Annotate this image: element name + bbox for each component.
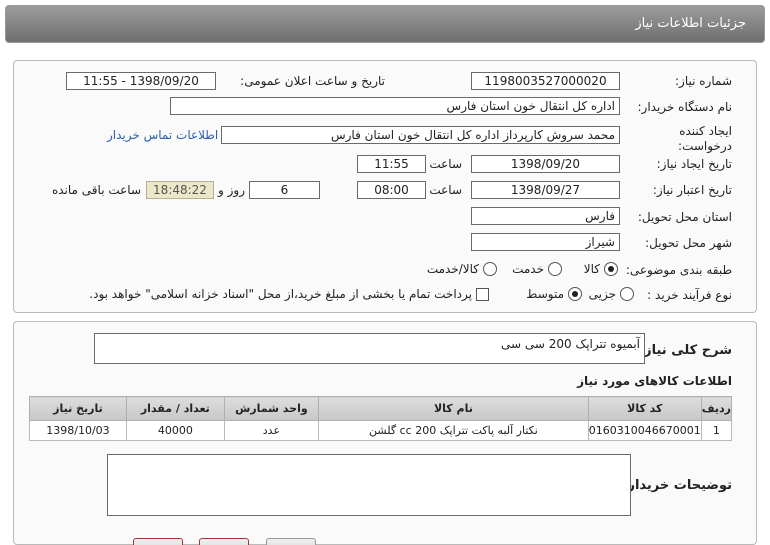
created-time-field[interactable]: 11:55 (357, 155, 426, 173)
radio-icon[interactable] (483, 262, 497, 276)
created-date-field[interactable]: 1398/09/20 (471, 155, 620, 173)
category-option-goods-service[interactable]: کالا/خدمت (427, 262, 497, 276)
days-label: روز و (218, 183, 245, 197)
validity-date-label: تاریخ اعتبار نیاز: (652, 183, 732, 197)
need-number-field[interactable]: 1198003527000020 (471, 72, 620, 90)
cell-item-name: نکتار آلبه پاکت تتراپک 200 cc گلشن (318, 420, 589, 441)
category-option-goods[interactable]: کالا (584, 262, 618, 276)
time-remaining-field: 18:48:22 (146, 181, 214, 199)
process-option-minor[interactable]: جزیی (589, 287, 634, 301)
creator-label: ایجاد کننده درخواست: (678, 124, 732, 153)
created-date-label: تاریخ ایجاد نیاز: (656, 157, 732, 171)
city-label: شهر محل تحویل: (645, 236, 732, 250)
items-table: ردیف کد کالا نام کالا واحد شمارش تعداد /… (29, 396, 733, 441)
cell-row-number: 1 (700, 420, 733, 441)
cell-item-code: 0160310046670001 (587, 420, 702, 441)
cell-need-date: 1398/10/03 (29, 420, 127, 441)
announce-field[interactable]: 1398/09/20 - 11:55 (66, 72, 216, 90)
process-option-medium[interactable]: متوسط (526, 287, 582, 301)
category-label: طبقه بندی موضوعی: (625, 263, 732, 277)
buyer-notes-field[interactable] (107, 454, 631, 516)
creator-field[interactable]: محمد سروش کارپرداز اداره کل انتقال خون ا… (221, 126, 620, 144)
days-remaining-field[interactable]: 6 (249, 181, 320, 199)
col-header-code: کد کالا (587, 396, 702, 421)
col-header-date: تاریخ نیاز (29, 396, 127, 421)
page-header: جزئیات اطلاعات نیاز (5, 5, 765, 43)
radio-selected-icon[interactable] (604, 262, 618, 276)
validity-time-label: ساعت (429, 183, 462, 197)
radio-icon[interactable] (620, 287, 634, 301)
treasury-payment-option[interactable]: پرداخت تمام یا بخشی از مبلغ خرید،از محل … (89, 287, 489, 301)
radio-icon[interactable] (548, 262, 562, 276)
province-field[interactable]: فارس (471, 207, 620, 225)
announce-label: تاریخ و ساعت اعلان عمومی: (240, 74, 385, 88)
cell-quantity: 40000 (125, 420, 225, 441)
buyer-notes-label: توضیحات خریدار: (622, 478, 732, 493)
checkbox-icon[interactable] (476, 287, 489, 301)
page-title: جزئیات اطلاعات نیاز (635, 16, 746, 31)
validity-date-field[interactable]: 1398/09/27 (471, 181, 620, 199)
buyer-org-field[interactable]: اداره کل انتقال خون استان فارس (170, 97, 620, 115)
buyer-org-label: نام دستگاه خریدار: (637, 100, 733, 114)
col-header-unit: واحد شمارش (223, 396, 320, 421)
table-row[interactable]: 1 0160310046670001 نکتار آلبه پاکت تتراپ… (29, 420, 733, 441)
city-field[interactable]: شیراز (471, 233, 620, 251)
process-label: نوع فرآیند خرید : (647, 288, 732, 302)
items-table-header: ردیف کد کالا نام کالا واحد شمارش تعداد /… (29, 396, 733, 421)
action-button-3[interactable] (266, 538, 316, 545)
cell-unit: عدد (223, 420, 320, 441)
col-header-quantity: تعداد / مقدار (125, 396, 225, 421)
action-button-2[interactable] (199, 538, 249, 545)
need-number-label: شماره نیاز: (675, 74, 732, 88)
buyer-contact-link[interactable]: اطلاعات تماس خریدار (107, 128, 218, 142)
radio-selected-icon[interactable] (568, 287, 582, 301)
items-section-title: اطلاعات کالاهای مورد نیاز (577, 374, 732, 388)
province-label: استان محل تحویل: (637, 210, 732, 224)
action-button-1[interactable] (133, 538, 183, 545)
description-field[interactable]: آبمیوه تتراپک 200 سی سی (94, 333, 645, 364)
col-header-row: ردیف (700, 396, 733, 421)
category-option-service[interactable]: خدمت (512, 262, 562, 276)
col-header-name: نام کالا (318, 396, 589, 421)
time-remaining-label: ساعت باقی مانده (51, 183, 141, 197)
validity-time-field[interactable]: 08:00 (357, 181, 426, 199)
created-time-label: ساعت (429, 157, 462, 171)
description-label: شرح کلی نیاز: (638, 343, 732, 358)
